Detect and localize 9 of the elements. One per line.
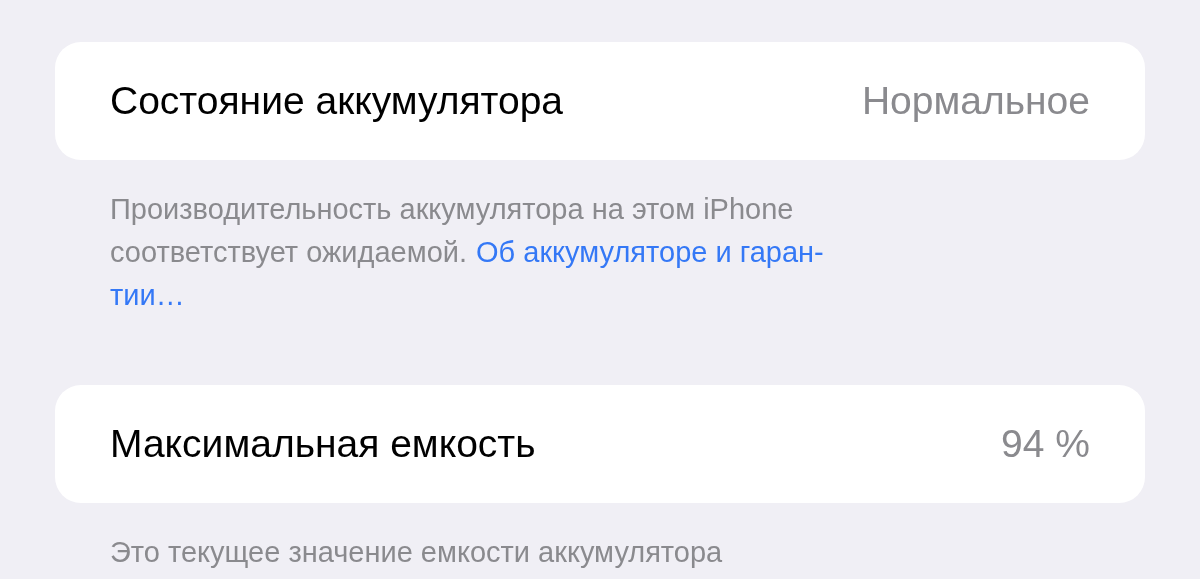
row-label: Максимальная емкость: [110, 420, 536, 467]
footer-text: соответствует ожидаемой.: [110, 235, 468, 270]
row-label: Состояние аккумулятора: [110, 77, 563, 124]
battery-info-link[interactable]: Об аккумуляторе и гаран-: [476, 231, 824, 274]
footer-text: Это текущее значение емкости аккумулятора: [110, 535, 723, 570]
row-value: Нормальное: [861, 77, 1090, 124]
row-value: 94 %: [1001, 420, 1090, 467]
battery-info-link[interactable]: тии…: [110, 274, 185, 317]
footer-text: Производительность аккумулятора на этом iPhone: [110, 192, 794, 227]
